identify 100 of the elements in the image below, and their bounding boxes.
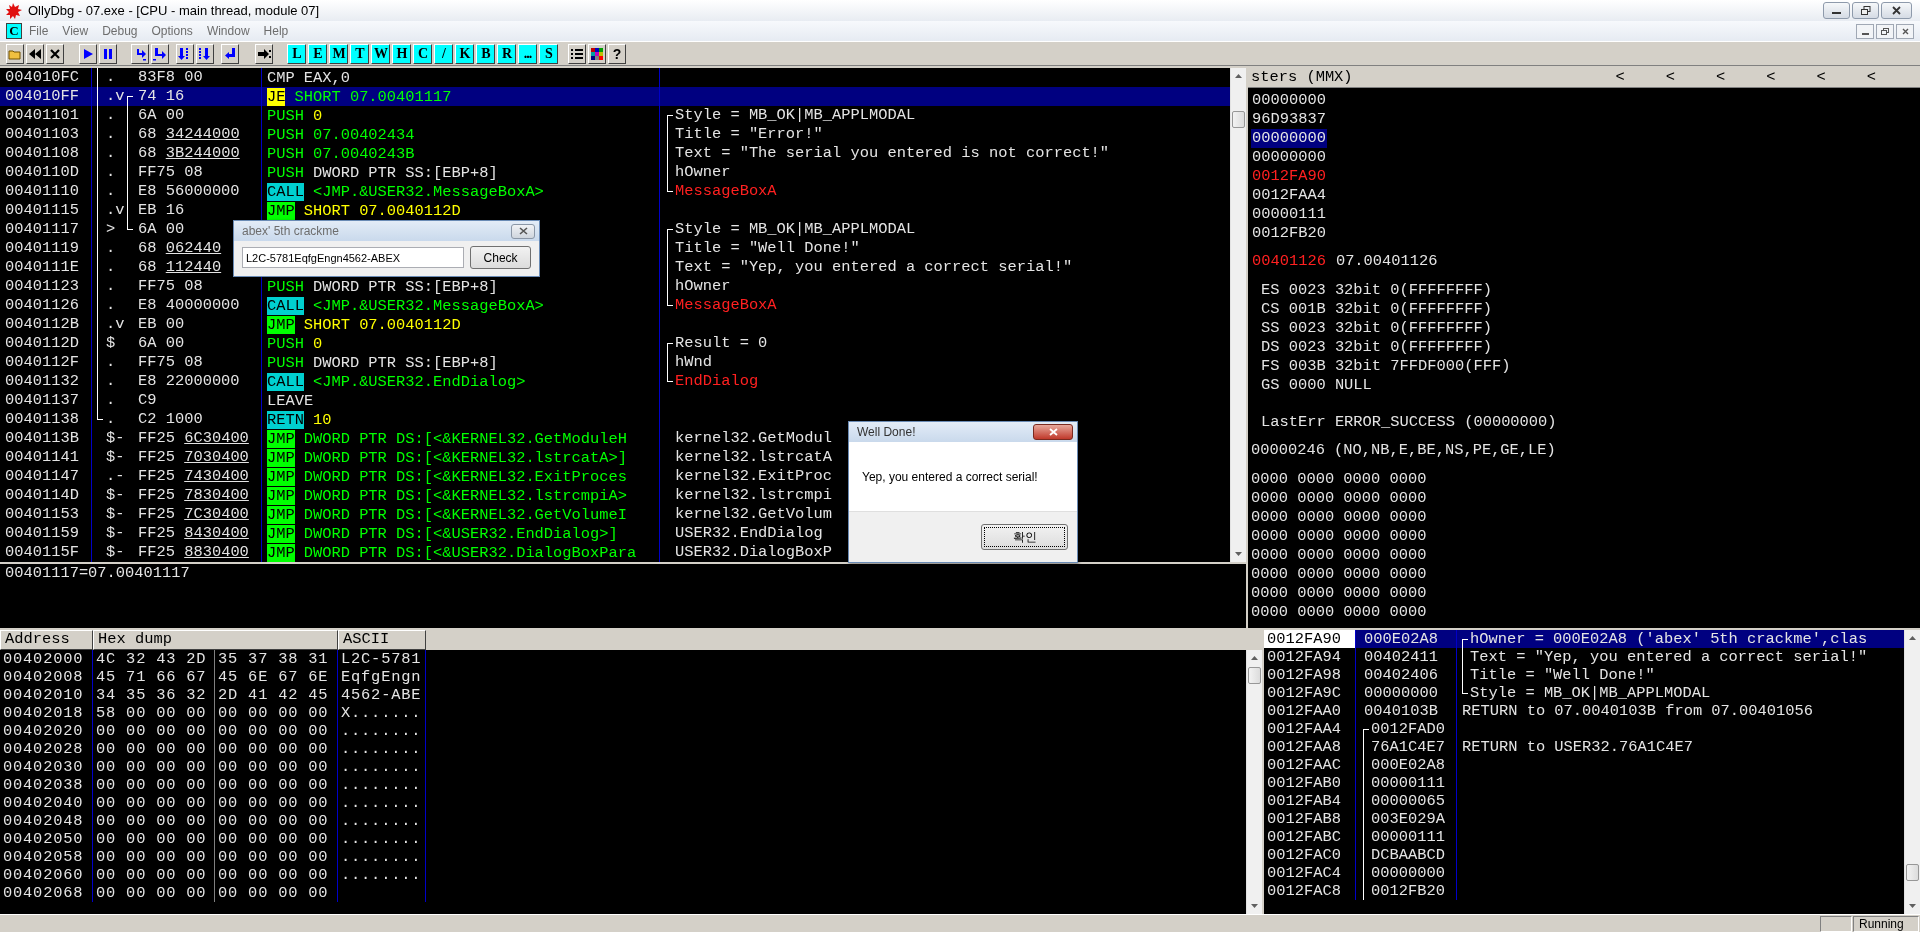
check-button[interactable]: Check xyxy=(470,246,531,269)
register-value[interactable]: 00000000 xyxy=(1251,129,1327,148)
register-value[interactable]: 00000000 xyxy=(1251,91,1327,110)
comment-text: kernel32.lstrcmpi xyxy=(675,486,832,505)
jump-mark: . xyxy=(105,391,117,410)
shortcut-button[interactable]: B xyxy=(476,43,495,64)
register-value[interactable]: 00000000 xyxy=(1251,148,1327,167)
instruction-operand: 0 xyxy=(312,334,323,353)
register-value[interactable]: 00000111 xyxy=(1251,205,1327,224)
hex-bytes: 00 00 00 00 xyxy=(96,722,207,740)
comment-text: Title = "Error!" xyxy=(675,125,823,144)
register-value[interactable]: 0012FA90 xyxy=(1251,167,1327,186)
menu-item[interactable]: Options xyxy=(144,21,200,41)
scroll-left-button[interactable]: < xyxy=(1866,68,1876,87)
goto-button[interactable] xyxy=(255,43,273,64)
ascii-text: ........ xyxy=(341,776,422,794)
trace-over-button[interactable] xyxy=(196,43,214,64)
scroll-left-button[interactable]: < xyxy=(1816,68,1826,87)
value-cell: DCBAABCD xyxy=(1371,846,1445,864)
menu-item[interactable]: File xyxy=(22,21,56,41)
menu-item[interactable]: Help xyxy=(256,21,296,41)
column-header[interactable]: ASCII xyxy=(338,630,426,650)
ascii-text: ........ xyxy=(341,830,422,848)
address-cell: 0012FA90 xyxy=(1264,630,1356,648)
menu-item[interactable]: Window xyxy=(199,21,257,41)
jump-mark: $- xyxy=(105,448,126,467)
shortcut-button[interactable]: R xyxy=(497,43,516,64)
instruction-mnemonic: JMP xyxy=(267,315,295,334)
menu-item[interactable]: View xyxy=(55,21,96,41)
shortcut-button[interactable]: ... xyxy=(518,43,537,64)
register-comment: 07.00401126 xyxy=(1335,252,1438,271)
register-value[interactable]: 0012FB20 xyxy=(1251,224,1327,243)
shortcut-button[interactable]: W xyxy=(371,43,390,64)
minimize-button[interactable] xyxy=(1823,2,1850,19)
hex-bytes: 4C 32 43 2D xyxy=(96,650,207,668)
shortcut-button[interactable]: T xyxy=(350,43,369,64)
shortcut-button[interactable]: M xyxy=(329,43,348,64)
scroll-left-button[interactable]: < xyxy=(1615,68,1625,87)
shortcut-button[interactable]: S xyxy=(539,43,558,64)
serial-field[interactable]: L2C-5781EqfgEngn4562-ABEX xyxy=(242,247,465,268)
window-title: OllyDbg - 07.exe - [CPU - main thread, module 07] xyxy=(28,3,320,18)
scroll-left-button[interactable]: < xyxy=(1665,68,1675,87)
help-button[interactable]: ? xyxy=(608,43,626,64)
shortcut-button[interactable]: E xyxy=(308,43,327,64)
scroll-thumb[interactable] xyxy=(1248,667,1261,684)
trace-into-button[interactable] xyxy=(176,43,194,64)
instruction-operand: DWORD PTR DS:[<&KERNEL32.lstrcatA>] xyxy=(303,448,627,467)
restore-button[interactable] xyxy=(1876,23,1894,39)
ascii-text: ........ xyxy=(341,794,422,812)
close-button[interactable] xyxy=(1896,23,1914,39)
scroll-thumb[interactable] xyxy=(1232,111,1245,128)
close-icon xyxy=(48,46,62,61)
hex-bytes: 00 00 00 00 xyxy=(218,884,329,902)
comment-text: RETURN to 07.0040103B from 07.00401056 xyxy=(1462,702,1813,720)
restore-button[interactable] xyxy=(1852,2,1879,19)
rewind-button[interactable] xyxy=(26,43,44,64)
shortcut-button[interactable]: / xyxy=(434,43,453,64)
address-cell: 00402068 xyxy=(3,884,84,902)
shortcut-button[interactable]: K xyxy=(455,43,474,64)
register-line: SS 0023 32bit 0(FFFFFFFF) xyxy=(1261,319,1492,338)
register-value[interactable]: 96D93837 xyxy=(1251,110,1327,129)
close-button[interactable] xyxy=(1881,2,1912,19)
scroll-thumb[interactable] xyxy=(1906,864,1919,881)
register-value[interactable]: 0012FAA4 xyxy=(1251,186,1327,205)
list-button[interactable] xyxy=(568,43,586,64)
scroll-left-button[interactable]: < xyxy=(1716,68,1726,87)
jump-mark: > xyxy=(105,220,117,239)
value-cell: 00000111 xyxy=(1371,774,1445,792)
close-button[interactable] xyxy=(511,223,535,239)
jump-mark: $- xyxy=(105,429,126,448)
shortcut-button[interactable]: H xyxy=(392,43,411,64)
column-header[interactable]: Address xyxy=(0,630,93,650)
shortcut-button[interactable]: L xyxy=(287,43,306,64)
register-value[interactable]: 00401126 xyxy=(1251,252,1327,271)
instruction-mnemonic: PUSH xyxy=(267,125,304,144)
ok-button[interactable]: 확인 xyxy=(981,524,1068,550)
step-over-button[interactable] xyxy=(151,43,169,64)
hex-bytes: 35 37 38 31 xyxy=(218,650,329,668)
hex-bytes: 00 00 00 00 xyxy=(218,794,329,812)
open-folder-button[interactable] xyxy=(6,43,24,64)
instruction-mnemonic: JE xyxy=(267,87,286,106)
play-button[interactable] xyxy=(79,43,97,64)
dialog-title: Well Done! xyxy=(857,425,916,439)
step-into-button[interactable] xyxy=(131,43,149,64)
address-cell: 00402038 xyxy=(3,776,84,794)
close-button[interactable] xyxy=(1033,424,1073,440)
shortcut-button[interactable]: C xyxy=(413,43,432,64)
menu-item[interactable]: Debug xyxy=(95,21,145,41)
splat-icon xyxy=(4,1,22,20)
info-text: 00401117=07.00401117 xyxy=(5,564,190,582)
column-header[interactable]: Hex dump xyxy=(93,630,338,650)
instruction-operand: 07.0040243B xyxy=(312,144,415,163)
palette-button[interactable] xyxy=(588,43,606,64)
minimize-button[interactable] xyxy=(1856,23,1874,39)
scroll-left-button[interactable]: < xyxy=(1766,68,1776,87)
pause-button[interactable] xyxy=(99,43,117,64)
instruction-mnemonic: JMP xyxy=(267,429,295,448)
comment-text: EndDialog xyxy=(675,372,759,391)
return-button[interactable] xyxy=(221,43,239,64)
cpu-window-button[interactable]: C xyxy=(6,23,22,39)
